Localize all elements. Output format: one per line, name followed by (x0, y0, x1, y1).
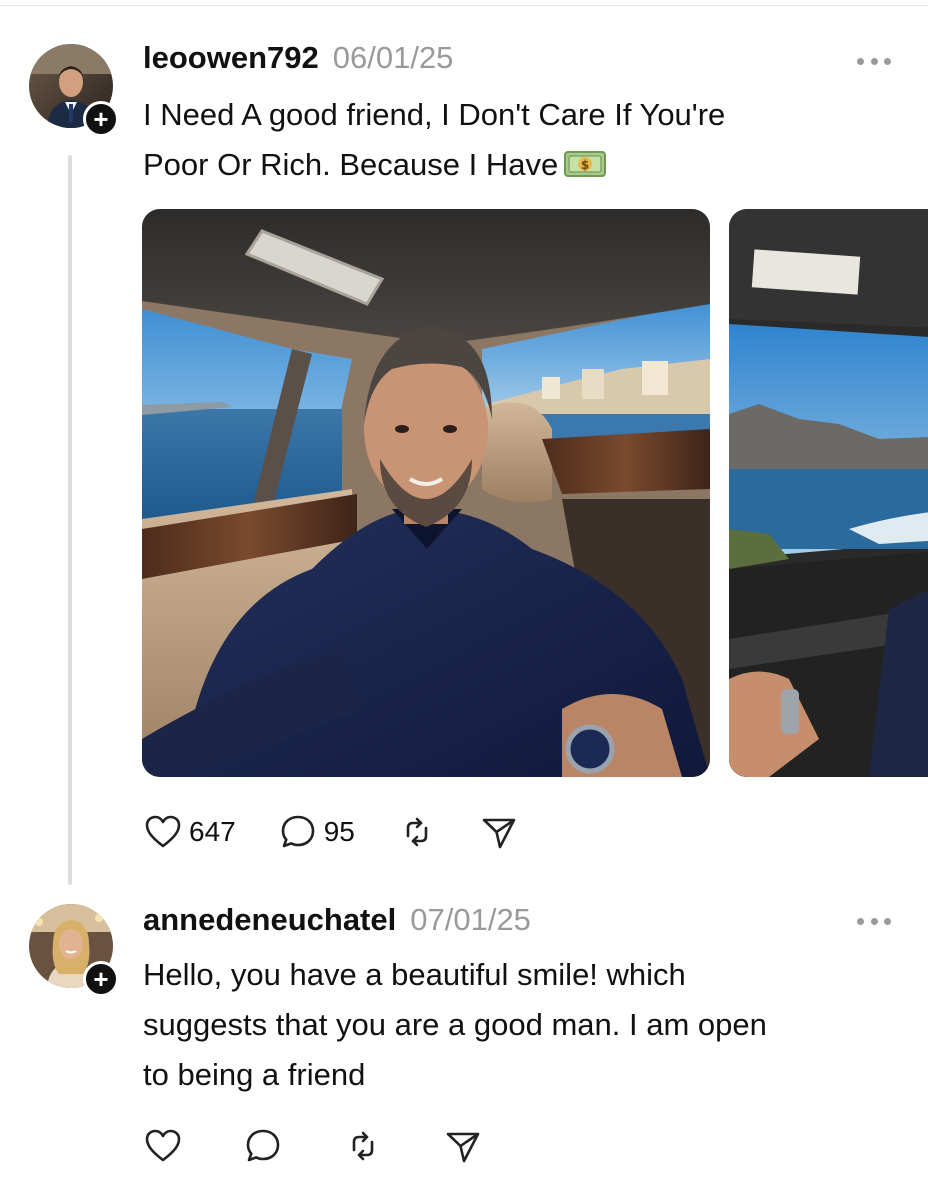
post-text: I Need A good friend, I Don't Care If Yo… (143, 90, 903, 194)
post-image[interactable] (729, 209, 928, 777)
post-image[interactable] (142, 209, 710, 777)
post-date: 07/01/25 (410, 902, 531, 937)
money-emoji-icon: $ (564, 144, 607, 194)
post-date: 06/01/25 (332, 40, 454, 75)
comment-bubble-icon (246, 1129, 280, 1162)
comment-bubble-icon (281, 815, 315, 848)
plus-icon: + (93, 104, 109, 134)
repost-icon (352, 1131, 374, 1161)
comment-button[interactable]: 95 (278, 812, 355, 852)
thread-line (68, 155, 72, 885)
post-text-line: suggests that you are a good man. I am o… (143, 1007, 767, 1042)
repost-button[interactable] (397, 812, 437, 852)
like-button[interactable]: 647 (143, 812, 236, 852)
post-text-line: Poor Or Rich. Because I Have (143, 147, 559, 182)
post-actions (143, 1126, 525, 1166)
post-header: leoowen792 06/01/25 (143, 40, 453, 76)
plus-icon: + (93, 964, 109, 994)
comment-count: 95 (323, 816, 355, 847)
repost-button[interactable] (343, 1126, 383, 1166)
like-button[interactable] (143, 1126, 183, 1166)
post-text: Hello, you have a beautiful smile! which… (143, 950, 903, 1100)
send-icon (482, 818, 516, 849)
follow-button[interactable]: + (83, 961, 119, 997)
reply-post: + annedeneuchatel 07/01/25 Hello, you ha… (0, 880, 928, 1200)
post-text-line: I Need A good friend, I Don't Care If Yo… (143, 97, 726, 132)
more-icon[interactable] (857, 916, 891, 926)
post-actions: 647 95 (143, 812, 561, 852)
more-icon[interactable] (857, 56, 891, 66)
heart-icon (145, 1129, 181, 1162)
heart-icon (145, 815, 181, 848)
follow-button[interactable]: + (83, 101, 119, 137)
send-icon (446, 1132, 480, 1163)
post-text-line: to being a friend (143, 1057, 366, 1092)
username[interactable]: annedeneuchatel (143, 902, 396, 938)
username[interactable]: leoowen792 (143, 40, 319, 76)
post: + leoowen792 06/01/25 I Need A good frie… (0, 0, 928, 885)
comment-button[interactable] (243, 1126, 283, 1166)
repost-icon (406, 817, 428, 847)
post-text-line: Hello, you have a beautiful smile! which (143, 957, 686, 992)
share-button[interactable] (479, 812, 519, 852)
post-header: annedeneuchatel 07/01/25 (143, 902, 531, 938)
svg-text:$: $ (581, 158, 589, 172)
share-button[interactable] (443, 1126, 483, 1166)
like-count: 647 (189, 816, 236, 847)
